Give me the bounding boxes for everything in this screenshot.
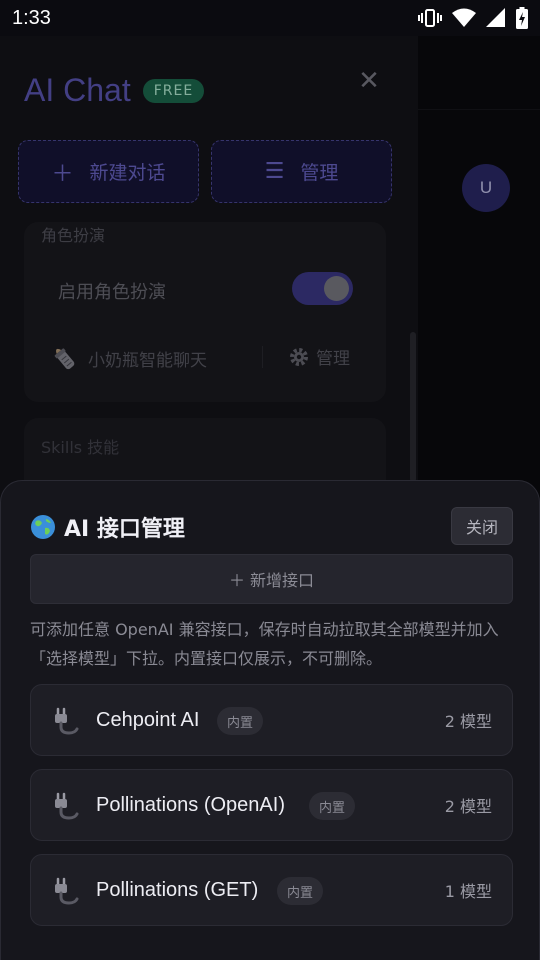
sheet-hint: 可添加任意 OpenAI 兼容接口，保存时自动拉取其全部模型并加入「选择模型」下… (30, 620, 499, 668)
model-count: 1 模型 (444, 882, 492, 901)
model-count: 2 模型 (444, 712, 492, 731)
battery-icon (516, 7, 528, 29)
sheet-close-button[interactable]: 关闭 (451, 507, 513, 545)
model-count: 2 模型 (444, 797, 492, 816)
plug-icon (55, 792, 79, 820)
plug-icon (55, 707, 79, 735)
status-time: 1:33 (12, 6, 51, 29)
api-management-sheet: AI 接口管理 关闭 ＋ 新增接口 可添加任意 OpenAI 兼容接口，保存时自… (0, 480, 540, 960)
endpoint-item[interactable]: Cehpoint AI 内置 2 模型 (30, 684, 513, 756)
globe-icon (31, 515, 55, 539)
builtin-tag: 内置 (277, 877, 324, 905)
sheet-title-text: AI 接口管理 (64, 517, 185, 542)
endpoint-name: Pollinations (GET) (96, 878, 259, 901)
endpoint-item[interactable]: Pollinations (OpenAI) 内置 2 模型 (30, 769, 513, 841)
status-icons (418, 7, 528, 29)
status-bar: 1:33 (0, 0, 540, 36)
plug-icon (55, 877, 79, 905)
endpoint-item[interactable]: Pollinations (GET) 内置 1 模型 (30, 854, 513, 926)
builtin-tag: 内置 (217, 707, 264, 735)
add-endpoint-button[interactable]: ＋ 新增接口 (30, 554, 513, 604)
wifi-icon (452, 8, 476, 27)
vibrate-icon (418, 9, 442, 27)
signal-icon (486, 8, 505, 27)
builtin-tag: 内置 (309, 792, 356, 820)
sheet-title: AI 接口管理 (30, 511, 185, 543)
endpoint-name: Pollinations (OpenAI) (96, 793, 285, 816)
endpoint-name: Cehpoint AI (96, 708, 200, 731)
